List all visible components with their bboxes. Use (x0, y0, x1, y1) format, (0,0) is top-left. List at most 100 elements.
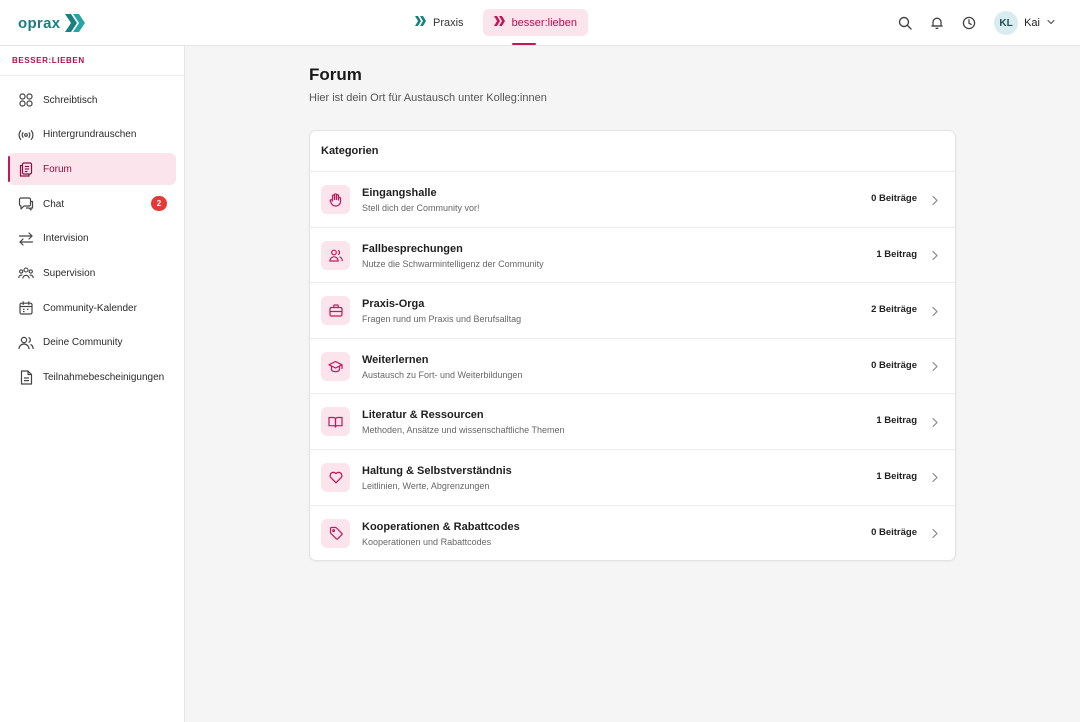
chat-unread-badge: 2 (151, 196, 167, 212)
category-post-count: 0 Beiträge (871, 359, 917, 371)
category-text: Praxis-Orga Fragen rund um Praxis und Be… (362, 297, 521, 325)
sidebar-item-chat[interactable]: Chat 2 (8, 188, 176, 220)
topnav-besser-lieben-label: besser:lieben (511, 16, 577, 29)
category-row-eingangshalle[interactable]: Eingangshalle Stell dich der Community v… (310, 172, 955, 228)
logo-chevrons-icon (64, 13, 86, 33)
avatar: KL (994, 11, 1019, 35)
category-post-count: 0 Beiträge (871, 526, 917, 538)
top-navigation: Praxis besser:lieben (404, 9, 588, 37)
sidebar-item-label: Community-Kalender (43, 302, 137, 314)
sidebar-item-forum[interactable]: Forum (8, 153, 176, 186)
category-description: Kooperationen und Rabattcodes (362, 536, 492, 547)
sidebar: BESSER:LIEBEN Schreibtisch Hintergrundra… (0, 46, 185, 722)
sidebar-item-teilnahmebescheinigungen[interactable]: Teilnahmebescheinigungen (8, 362, 176, 394)
sidebar-item-label: Hintergrundrauschen (43, 129, 137, 141)
user-name: Kai (1024, 17, 1040, 29)
clock-icon[interactable] (960, 14, 978, 32)
category-title: Eingangshalle (362, 187, 437, 199)
category-text: Kooperationen & Rabattcodes Kooperatione… (362, 520, 520, 548)
category-row-praxis-orga[interactable]: Praxis-Orga Fragen rund um Praxis und Be… (310, 283, 955, 339)
category-row-weiterlernen[interactable]: Weiterlernen Austausch zu Fort- und Weit… (310, 339, 955, 395)
sidebar-item-supervision[interactable]: Supervision (8, 257, 176, 289)
heart-icon (321, 462, 350, 492)
chevron-right-icon (929, 415, 941, 429)
sidebar-item-label: Schreibtisch (43, 94, 98, 106)
sidebar-item-label: Deine Community (43, 337, 123, 349)
sidebar-divider (0, 75, 184, 76)
sidebar-item-schreibtisch[interactable]: Schreibtisch (8, 84, 176, 116)
people-icon (321, 240, 350, 270)
category-text: Fallbesprechungen Nutze die Schwarmintel… (362, 242, 544, 270)
user-menu[interactable]: KL Kai (994, 11, 1056, 35)
category-row-haltung-selbstverstaendnis[interactable]: Haltung & Selbstverständnis Leitlinien, … (310, 450, 955, 506)
topnav-praxis-label: Praxis (433, 16, 464, 29)
calendar-icon (18, 300, 34, 316)
sidebar-item-label: Forum (43, 163, 72, 175)
category-post-count: 1 Beitrag (876, 415, 917, 427)
topnav-besser-lieben[interactable]: besser:lieben (482, 9, 588, 36)
category-row-fallbesprechungen[interactable]: Fallbesprechungen Nutze die Schwarmintel… (310, 228, 955, 284)
chevron-right-icon (929, 193, 941, 207)
book-icon (321, 407, 350, 437)
logo-text: oprax (18, 14, 61, 32)
category-description: Stell dich der Community vor! (362, 203, 480, 213)
active-tab-indicator (512, 43, 536, 45)
page-subtitle: Hier ist dein Ort für Austausch unter Ko… (309, 92, 547, 104)
sidebar-item-community-kalender[interactable]: Community-Kalender (8, 292, 176, 324)
arrows-swap-icon (18, 231, 34, 247)
category-description: Methoden, Ansätze und wissenschaftliche … (362, 425, 565, 436)
sidebar-item-intervision[interactable]: Intervision (8, 223, 176, 255)
category-text: Weiterlernen Austausch zu Fort- und Weit… (362, 353, 522, 381)
chevron-right-icon (929, 527, 941, 541)
category-title: Kooperationen & Rabattcodes (362, 520, 520, 533)
group-icon (18, 265, 34, 281)
category-description: Fragen rund um Praxis und Berufsalltag (362, 314, 522, 325)
top-right-actions: KL Kai (896, 10, 1056, 36)
sidebar-item-label: Teilnahmebescheinigungen (43, 372, 165, 383)
category-text: Haltung & Selbstverständnis Leitlinien, … (362, 464, 512, 492)
chevron-right-icon (929, 360, 941, 374)
grid-icon (18, 92, 34, 108)
category-row-kooperationen-rabattcodes[interactable]: Kooperationen & Rabattcodes Kooperatione… (310, 506, 955, 560)
users-icon (18, 335, 34, 351)
broadcast-icon (18, 127, 34, 143)
chat-icon (18, 196, 34, 212)
sidebar-section-title: BESSER:LIEBEN (12, 56, 85, 65)
top-bar: oprax Praxis besser:lieben KL Kai (0, 0, 1080, 46)
sidebar-item-label: Chat (43, 198, 65, 210)
hand-icon (321, 185, 350, 214)
category-post-count: 0 Beiträge (871, 193, 917, 204)
topnav-praxis[interactable]: Praxis (404, 9, 475, 36)
category-description: Nutze die Schwarmintelligenz der Communi… (362, 258, 544, 269)
categories-card-header: Kategorien (310, 131, 955, 172)
category-title: Weiterlernen (362, 353, 429, 366)
chevron-down-icon (1046, 14, 1056, 32)
forum-icon (18, 161, 34, 177)
categories-card: Kategorien Eingangshalle Stell dich der … (309, 130, 956, 561)
sidebar-list: Schreibtisch Hintergrundrauschen Forum C… (8, 84, 176, 396)
category-post-count: 1 Beitrag (876, 248, 917, 260)
chevron-right-icon (929, 249, 941, 263)
document-icon (18, 370, 34, 386)
category-text: Literatur & Ressourcen Methoden, Ansätze… (362, 408, 564, 436)
category-description: Leitlinien, Werte, Abgrenzungen (362, 480, 490, 491)
category-title: Haltung & Selbstverständnis (362, 464, 512, 477)
category-title: Literatur & Ressourcen (362, 409, 484, 422)
sidebar-item-hintergrundrauschen[interactable]: Hintergrundrauschen (8, 119, 176, 151)
category-row-literatur-ressourcen[interactable]: Literatur & Ressourcen Methoden, Ansätze… (310, 394, 955, 450)
search-icon[interactable] (896, 14, 914, 32)
bell-icon[interactable] (928, 14, 946, 32)
sidebar-item-label: Intervision (43, 233, 89, 245)
briefcase-icon (321, 296, 350, 326)
praxis-chevrons-icon (415, 16, 426, 29)
oprax-logo[interactable]: oprax (18, 11, 86, 35)
category-title: Fallbesprechungen (362, 242, 463, 255)
graduation-cap-icon (321, 351, 350, 381)
tag-icon (321, 518, 350, 548)
category-post-count: 1 Beitrag (876, 470, 917, 482)
sidebar-item-deine-community[interactable]: Deine Community (8, 327, 176, 359)
page-title: Forum (309, 65, 362, 84)
category-text: Eingangshalle Stell dich der Community v… (362, 186, 480, 214)
category-title: Praxis-Orga (362, 298, 425, 311)
besser-lieben-chevrons-icon (493, 16, 505, 29)
